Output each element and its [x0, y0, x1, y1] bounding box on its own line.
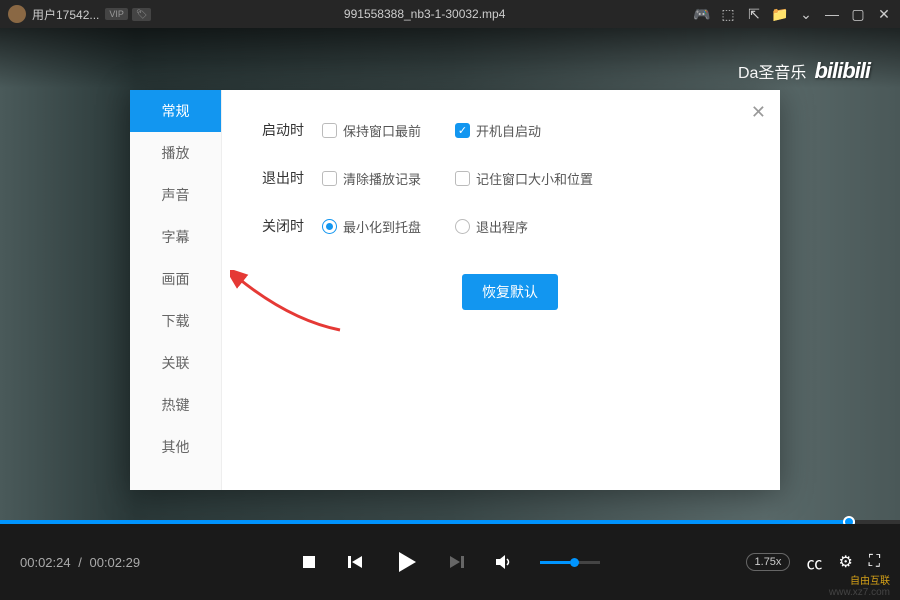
- volume-slider[interactable]: [540, 561, 600, 564]
- speed-button[interactable]: 1.75x: [746, 553, 791, 571]
- option-label: 开机自启动: [476, 121, 541, 140]
- restore-defaults-button[interactable]: 恢复默认: [462, 274, 558, 310]
- time-display: 00:02:24 / 00:02:29: [20, 555, 140, 570]
- checkbox-icon[interactable]: [322, 171, 337, 186]
- duration: 00:02:29: [89, 555, 140, 570]
- bilibili-logo: bilibili: [814, 58, 870, 84]
- row-label: 退出时: [262, 168, 322, 188]
- minimize-icon[interactable]: —: [824, 6, 840, 22]
- sidebar-item-6[interactable]: 关联: [130, 342, 221, 384]
- option-label: 退出程序: [476, 217, 528, 236]
- prev-button[interactable]: [346, 553, 364, 571]
- time-separator: /: [78, 555, 82, 570]
- option-label: 最小化到托盘: [343, 217, 421, 236]
- fullscreen-icon[interactable]: ⛶: [869, 553, 880, 571]
- site-watermark: 自由互联 www.xz7.com: [829, 576, 890, 598]
- radio-icon[interactable]: [322, 219, 337, 234]
- dialog-close-icon[interactable]: ✕: [751, 102, 766, 123]
- gamepad-icon[interactable]: 🎮: [694, 6, 710, 22]
- next-button[interactable]: [448, 553, 466, 571]
- screenshot-icon[interactable]: ⬚: [720, 6, 736, 22]
- sidebar-item-5[interactable]: 下载: [130, 300, 221, 342]
- row-label: 启动时: [262, 120, 322, 140]
- window-title: 991558388_nb3-1-30032.mp4: [155, 7, 694, 21]
- play-button[interactable]: [392, 548, 420, 576]
- option-label: 清除播放记录: [343, 169, 421, 188]
- stop-button[interactable]: [300, 553, 318, 571]
- settings-sidebar: 常规播放声音字幕画面下载关联热键其他: [130, 90, 222, 490]
- settings-row: 启动时 保持窗口最前 ✓ 开机自启动: [262, 120, 740, 140]
- folder-icon[interactable]: 📁: [772, 6, 788, 22]
- watermark-text: Da圣音乐: [738, 59, 806, 83]
- close-icon[interactable]: ✕: [876, 6, 892, 22]
- username: 用户17542...: [32, 6, 99, 23]
- settings-row: 退出时 清除播放记录 记住窗口大小和位置: [262, 168, 740, 188]
- avatar[interactable]: [8, 5, 26, 23]
- vip-badge: VIP: [105, 8, 128, 20]
- titlebar: 用户17542... VIP 🏷 991558388_nb3-1-30032.m…: [0, 0, 900, 28]
- level-badge: 🏷: [132, 8, 151, 21]
- radio-option[interactable]: 退出程序: [455, 217, 528, 236]
- volume-icon[interactable]: [494, 553, 512, 571]
- sidebar-item-3[interactable]: 字幕: [130, 216, 221, 258]
- row-label: 关闭时: [262, 216, 322, 236]
- sidebar-item-2[interactable]: 声音: [130, 174, 221, 216]
- checkbox-option[interactable]: 保持窗口最前: [322, 121, 421, 140]
- player-controls: 00:02:24 / 00:02:29 1.75x ㏄ ⚙ ⛶ 自由互联 www…: [0, 524, 900, 600]
- checkbox-icon[interactable]: [322, 123, 337, 138]
- radio-option[interactable]: 最小化到托盘: [322, 217, 421, 236]
- brand-text: 自由互联: [850, 576, 890, 587]
- checkbox-option[interactable]: 清除播放记录: [322, 169, 421, 188]
- dropdown-icon[interactable]: ⌄: [798, 6, 814, 22]
- brand-url: www.xz7.com: [829, 587, 890, 598]
- checkbox-icon[interactable]: ✓: [455, 123, 470, 138]
- sidebar-item-4[interactable]: 画面: [130, 258, 221, 300]
- subtitle-button[interactable]: ㏄: [806, 550, 822, 574]
- settings-dialog: ✕ 常规播放声音字幕画面下载关联热键其他 启动时 保持窗口最前 ✓ 开机自启动退出时 清…: [130, 90, 780, 490]
- video-watermark: Da圣音乐 bilibili: [738, 58, 870, 84]
- settings-icon[interactable]: ⚙: [838, 552, 852, 572]
- current-time: 00:02:24: [20, 555, 71, 570]
- radio-icon[interactable]: [455, 219, 470, 234]
- sidebar-item-8[interactable]: 其他: [130, 426, 221, 468]
- maximize-icon[interactable]: ▢: [850, 6, 866, 22]
- settings-row: 关闭时 最小化到托盘 退出程序: [262, 216, 740, 236]
- checkbox-icon[interactable]: [455, 171, 470, 186]
- option-label: 记住窗口大小和位置: [476, 169, 593, 188]
- sidebar-item-7[interactable]: 热键: [130, 384, 221, 426]
- settings-content: 启动时 保持窗口最前 ✓ 开机自启动退出时 清除播放记录 记住窗口大小和位置关闭时 最小化到…: [222, 90, 780, 490]
- sidebar-item-0[interactable]: 常规: [130, 90, 221, 132]
- pip-icon[interactable]: ⇱: [746, 6, 762, 22]
- checkbox-option[interactable]: 记住窗口大小和位置: [455, 169, 593, 188]
- sidebar-item-1[interactable]: 播放: [130, 132, 221, 174]
- checkbox-option[interactable]: ✓ 开机自启动: [455, 121, 541, 140]
- option-label: 保持窗口最前: [343, 121, 421, 140]
